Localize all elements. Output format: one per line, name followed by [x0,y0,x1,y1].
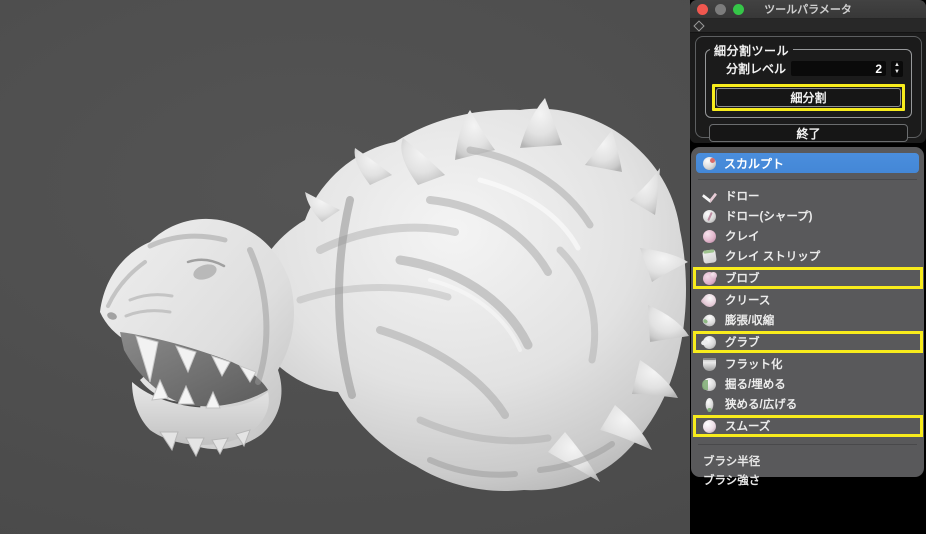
window-titlebar: ツールパラメータ [690,0,926,19]
brush-item-label: ドロー [725,188,760,204]
app-window: ツールパラメータ 細分割ツール 分割レベル 2 ▲ ▼ [0,0,926,534]
brush-item-label: フラット化 [725,356,783,372]
brush-setting-item[interactable]: ブラシ半径 [696,451,919,470]
brush-item-smooth[interactable]: スムーズ [696,416,919,436]
exit-button[interactable]: 終了 [709,124,908,142]
brush-item-label: ドロー(シャープ) [725,208,812,224]
tool-parameter-window: ツールパラメータ 細分割ツール 分割レベル 2 ▲ ▼ [690,0,926,143]
brush-item-label: 掘る/埋める [725,376,786,392]
level-value-field[interactable]: 2 [791,61,886,76]
tool-outer-box: 細分割ツール 分割レベル 2 ▲ ▼ 細分割 [695,36,922,138]
zoom-button[interactable] [733,4,744,15]
divider [698,444,917,445]
draw-icon [703,190,716,203]
brush-item-pinch[interactable]: 狭める/広げる [696,394,919,414]
brush-item-grab[interactable]: グラブ [696,332,919,352]
clay-icon [703,230,716,243]
brush-item-label: 膨張/収縮 [725,312,774,328]
subdivision-group: 細分割ツール 分割レベル 2 ▲ ▼ 細分割 [705,49,912,118]
brush-item-draw[interactable]: ドロー [696,186,919,206]
mode-label: スカルプト [724,155,784,172]
tool-body: 細分割ツール 分割レベル 2 ▲ ▼ 細分割 [690,33,926,143]
brush-item-crease[interactable]: クリース [696,290,919,310]
right-panel-column: ツールパラメータ 細分割ツール 分割レベル 2 ▲ ▼ [690,0,926,534]
brush-setting-label: ブラシ強さ [703,472,760,488]
divider [698,179,917,180]
brush-item-clay[interactable]: クレイ [696,226,919,246]
brush-item-draw-sharp[interactable]: ドロー(シャープ) [696,206,919,226]
brush-item-label: ブロブ [725,270,760,286]
blob-icon [703,272,716,285]
sculpt-model [0,0,690,534]
level-label: 分割レベル [726,60,786,77]
brush-item-label: クレイ ストリップ [725,248,820,264]
brush-setting-label: ブラシ半径 [703,453,760,469]
brush-item-clay-strips[interactable]: クレイ ストリップ [696,246,919,266]
grab-icon [703,336,716,349]
brush-item-inflate[interactable]: 膨張/収縮 [696,310,919,330]
minimize-button[interactable] [715,4,726,15]
brush-item-label: グラブ [725,334,760,350]
window-toolstrip [690,19,926,33]
smooth-icon [703,420,716,433]
stepper-down-icon[interactable]: ▼ [894,69,900,76]
clay-strips-icon [702,249,717,264]
traffic-lights [697,4,744,15]
close-button[interactable] [697,4,708,15]
brush-item-label: 狭める/広げる [725,396,797,412]
brush-item-blob[interactable]: ブロブ [696,268,919,288]
brush-settings: ブラシ半径ブラシ強さ [696,451,919,489]
crease-icon [700,291,718,309]
brush-list: ドロードロー(シャープ) クレイクレイ ストリップブロブクリース膨張/収縮グラブフ… [696,186,919,438]
brush-item-scrape[interactable]: 掘る/埋める [696,374,919,394]
subdivide-button[interactable]: 細分割 [716,88,901,107]
brush-setting-item[interactable]: ブラシ強さ [696,470,919,489]
brush-item-flatten[interactable]: フラット化 [696,354,919,374]
3d-viewport[interactable] [0,0,690,534]
collapse-diamond-icon[interactable] [693,20,704,31]
draw-sharp-icon [703,210,716,223]
brush-item-label: スムーズ [725,418,770,434]
subdivide-annotation-box: 細分割 [712,84,905,111]
pinch-icon [706,398,714,411]
flatten-icon [703,358,716,371]
level-stepper[interactable]: ▲ ▼ [891,61,903,77]
mode-selector-sculpt[interactable]: スカルプト [696,153,919,173]
brush-item-label: クリース [725,292,770,308]
sculpt-mode-icon [703,157,716,170]
level-row: 分割レベル 2 ▲ ▼ [712,58,905,77]
stepper-up-icon[interactable]: ▲ [894,62,900,69]
brush-item-label: クレイ [725,228,760,244]
brush-panel: スカルプト ドロードロー(シャープ) クレイクレイ ストリップブロブクリース膨張/… [691,147,924,477]
scrape-icon [703,378,716,391]
inflate-icon [701,312,717,328]
subdivision-group-label: 細分割ツール [710,42,793,59]
